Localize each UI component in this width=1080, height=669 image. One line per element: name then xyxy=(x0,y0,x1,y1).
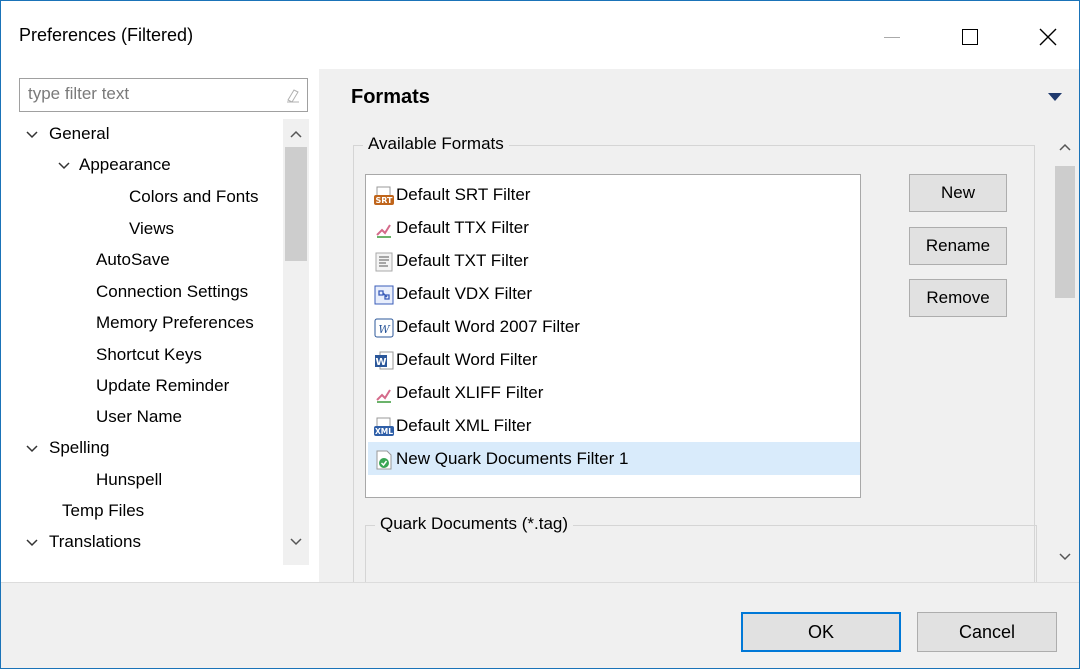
scroll-down-icon[interactable] xyxy=(1054,546,1076,568)
filter-input[interactable] xyxy=(20,79,270,109)
tree-item-views[interactable]: Views xyxy=(129,214,174,244)
page-header: Formats xyxy=(333,69,1079,124)
scroll-up-icon[interactable] xyxy=(1054,136,1076,158)
minimize-icon xyxy=(884,36,900,38)
tree-item-colors-and-fonts[interactable]: Colors and Fonts xyxy=(129,182,258,212)
list-item[interactable]: Default VDX Filter xyxy=(372,277,860,310)
chevron-down-icon[interactable] xyxy=(25,128,39,142)
chevron-down-icon[interactable] xyxy=(25,536,39,550)
cancel-button[interactable]: Cancel xyxy=(917,612,1057,652)
vdx-icon xyxy=(374,285,394,305)
view-menu-icon[interactable] xyxy=(1047,91,1063,103)
xml-icon: XML xyxy=(374,417,394,436)
maximize-button[interactable] xyxy=(947,17,993,57)
format-details-label: Quark Documents (*.tag) xyxy=(375,514,574,534)
list-item[interactable]: W Default Word 2007 Filter xyxy=(372,310,860,343)
new-button[interactable]: New xyxy=(909,174,1007,212)
page-vertical-scrollbar[interactable] xyxy=(1053,124,1077,582)
list-item[interactable]: W Default Word Filter xyxy=(372,343,860,376)
word2007-icon: W xyxy=(374,318,394,338)
quark-icon xyxy=(376,450,392,470)
clear-filter-icon[interactable] xyxy=(285,87,301,103)
list-item[interactable]: SRT Default SRT Filter xyxy=(372,178,860,211)
srt-icon: SRT xyxy=(374,186,394,205)
preferences-tree-panel: General Appearance Colors and Fonts View… xyxy=(1,69,319,645)
svg-text:W: W xyxy=(375,357,386,368)
list-item[interactable]: XML Default XML Filter xyxy=(372,409,860,442)
ttx-icon xyxy=(376,224,391,238)
preferences-window: Preferences (Filtered) General xyxy=(0,0,1080,669)
svg-text:W: W xyxy=(378,323,391,336)
list-item-selected[interactable]: New Quark Documents Filter 1 xyxy=(368,442,860,475)
tree-item-temp-files[interactable]: Temp Files xyxy=(62,496,144,526)
ok-button[interactable]: OK xyxy=(741,612,901,652)
formats-page: Formats Available Formats SRT Default SR… xyxy=(333,69,1079,582)
tree-vertical-scrollbar[interactable] xyxy=(283,119,309,565)
page-title: Formats xyxy=(351,86,430,108)
panel-splitter[interactable] xyxy=(319,69,333,582)
window-title: Preferences (Filtered) xyxy=(19,25,194,45)
tree-item-hunspell[interactable]: Hunspell xyxy=(96,465,162,495)
list-item[interactable]: Default TTX Filter xyxy=(372,211,860,244)
tree-item-shortcut-keys[interactable]: Shortcut Keys xyxy=(96,340,202,370)
maximize-icon xyxy=(962,29,978,45)
dialog-button-bar: OK Cancel xyxy=(1,582,1079,668)
svg-text:XML: XML xyxy=(375,427,393,436)
chevron-down-icon[interactable] xyxy=(25,442,39,456)
tree-item-autosave[interactable]: AutoSave xyxy=(96,245,170,275)
tree-item-update-reminder[interactable]: Update Reminder xyxy=(96,371,229,401)
chevron-down-icon[interactable] xyxy=(57,159,71,173)
remove-button[interactable]: Remove xyxy=(909,279,1007,317)
scroll-up-icon[interactable] xyxy=(285,123,307,145)
tree-item-connection-settings[interactable]: Connection Settings xyxy=(96,277,248,307)
word-icon: W xyxy=(375,351,394,370)
tree-item-user-name[interactable]: User Name xyxy=(96,402,182,432)
minimize-button[interactable] xyxy=(869,17,915,57)
txt-icon xyxy=(375,252,393,272)
list-item[interactable]: Default TXT Filter xyxy=(372,244,860,277)
scroll-down-icon[interactable] xyxy=(285,531,307,553)
tree-item-memory-preferences[interactable]: Memory Preferences xyxy=(96,308,254,338)
xliff-icon xyxy=(376,389,391,403)
title-bar: Preferences (Filtered) xyxy=(1,1,1079,69)
page-body: Available Formats SRT Default SRT Filter xyxy=(333,124,1079,582)
formats-list[interactable]: SRT Default SRT Filter Default TTX Filte… xyxy=(365,174,861,498)
list-item[interactable]: Default XLIFF Filter xyxy=(372,376,860,409)
svg-text:SRT: SRT xyxy=(375,196,393,205)
tree-vertical-scroll-thumb[interactable] xyxy=(285,147,307,261)
close-icon xyxy=(1039,28,1057,46)
filter-field[interactable] xyxy=(19,78,308,112)
preferences-tree: General Appearance Colors and Fonts View… xyxy=(19,119,283,565)
page-scroll-thumb[interactable] xyxy=(1055,166,1075,298)
rename-button[interactable]: Rename xyxy=(909,227,1007,265)
available-formats-label: Available Formats xyxy=(363,134,509,154)
close-button[interactable] xyxy=(1025,17,1071,57)
